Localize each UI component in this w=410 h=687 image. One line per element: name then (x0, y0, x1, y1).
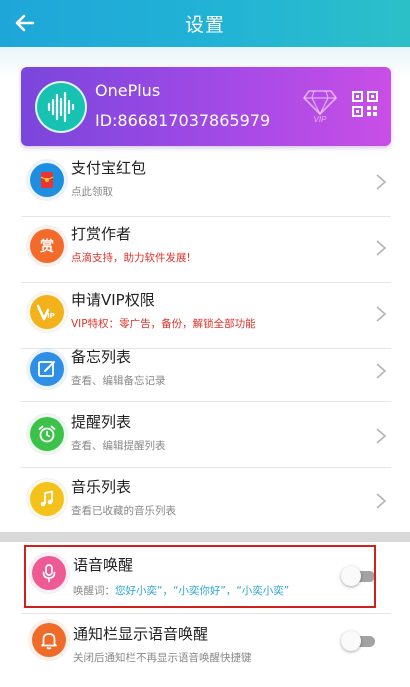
vip-diamond-icon[interactable]: VIP (303, 87, 337, 124)
alarm-clock-icon (27, 414, 67, 454)
menu-item-title: 支付宝红包 (71, 159, 147, 177)
svg-text:赏: 赏 (40, 238, 54, 255)
vip-icon: IP (27, 292, 67, 332)
chevron-right-icon (376, 306, 387, 322)
menu-item-title: 申请VIP权限 (71, 291, 155, 309)
vip-badge-text: VIP (314, 115, 328, 123)
svg-text:IP: IP (47, 312, 55, 320)
chevron-right-icon (376, 363, 387, 379)
top-bar: 设置 (0, 0, 410, 47)
highlight-box (24, 545, 376, 608)
menu-item-subtitle: 点此领取 (71, 186, 113, 198)
menu-item-subtitle: VIP特权：零广告，备份，解锁全部功能 (71, 318, 256, 330)
menu-item-subtitle: 查看、编辑备忘记录 (71, 375, 166, 387)
menu-item-alipay-hongbao[interactable]: 支付宝红包 点此领取 (21, 151, 391, 217)
menu-item-reminder-list[interactable]: 提醒列表 查看、编辑提醒列表 (21, 405, 391, 471)
avatar (35, 81, 87, 133)
toggle-knob (341, 631, 361, 651)
profile-id: ID:866817037865979 (95, 111, 271, 130)
music-note-icon (27, 479, 67, 519)
chevron-right-icon (376, 493, 387, 509)
menu-item-subtitle: 查看已收藏的音乐列表 (71, 505, 176, 517)
section-divider (0, 532, 410, 542)
setting-title: 通知栏显示语音唤醒 (73, 625, 209, 643)
menu-item-title: 备忘列表 (71, 348, 132, 366)
bell-icon (29, 620, 69, 660)
menu-item-memo-list[interactable]: 备忘列表 查看、编辑备忘记录 (21, 340, 391, 406)
menu-item-title: 提醒列表 (71, 413, 132, 431)
divider (21, 467, 391, 468)
setting-subtitle: 关闭后通知栏不再显示语音唤醒快捷键 (73, 652, 252, 664)
setting-notify-bar-voice-wake[interactable]: 通知栏显示语音唤醒 关闭后通知栏不再显示语音唤醒快捷键 (21, 614, 391, 680)
qr-code-icon[interactable] (352, 91, 378, 117)
chevron-right-icon (376, 174, 387, 190)
profile-card[interactable]: OnePlus ID:866817037865979 VIP (21, 67, 391, 146)
menu-item-reward-author[interactable]: 赏 打赏作者 点滴支持，助力软件发展! (21, 217, 391, 283)
alipay-hongbao-icon (27, 160, 67, 200)
reward-icon: 赏 (27, 226, 67, 266)
divider (21, 401, 391, 402)
menu-item-title: 音乐列表 (71, 478, 132, 496)
voice-wave-icon (47, 91, 75, 123)
notify-bar-toggle[interactable] (341, 631, 375, 651)
chevron-right-icon (376, 240, 387, 256)
chevron-right-icon (376, 428, 387, 444)
profile-name: OnePlus (95, 81, 161, 100)
page-title: 设置 (184, 14, 225, 36)
menu-item-subtitle: 点滴支持，助力软件发展! (71, 252, 191, 264)
menu-item-music-list[interactable]: 音乐列表 查看已收藏的音乐列表 (21, 470, 391, 536)
menu-item-subtitle: 查看、编辑提醒列表 (71, 440, 166, 452)
memo-edit-icon (27, 349, 67, 389)
menu-item-title: 打赏作者 (71, 225, 132, 243)
